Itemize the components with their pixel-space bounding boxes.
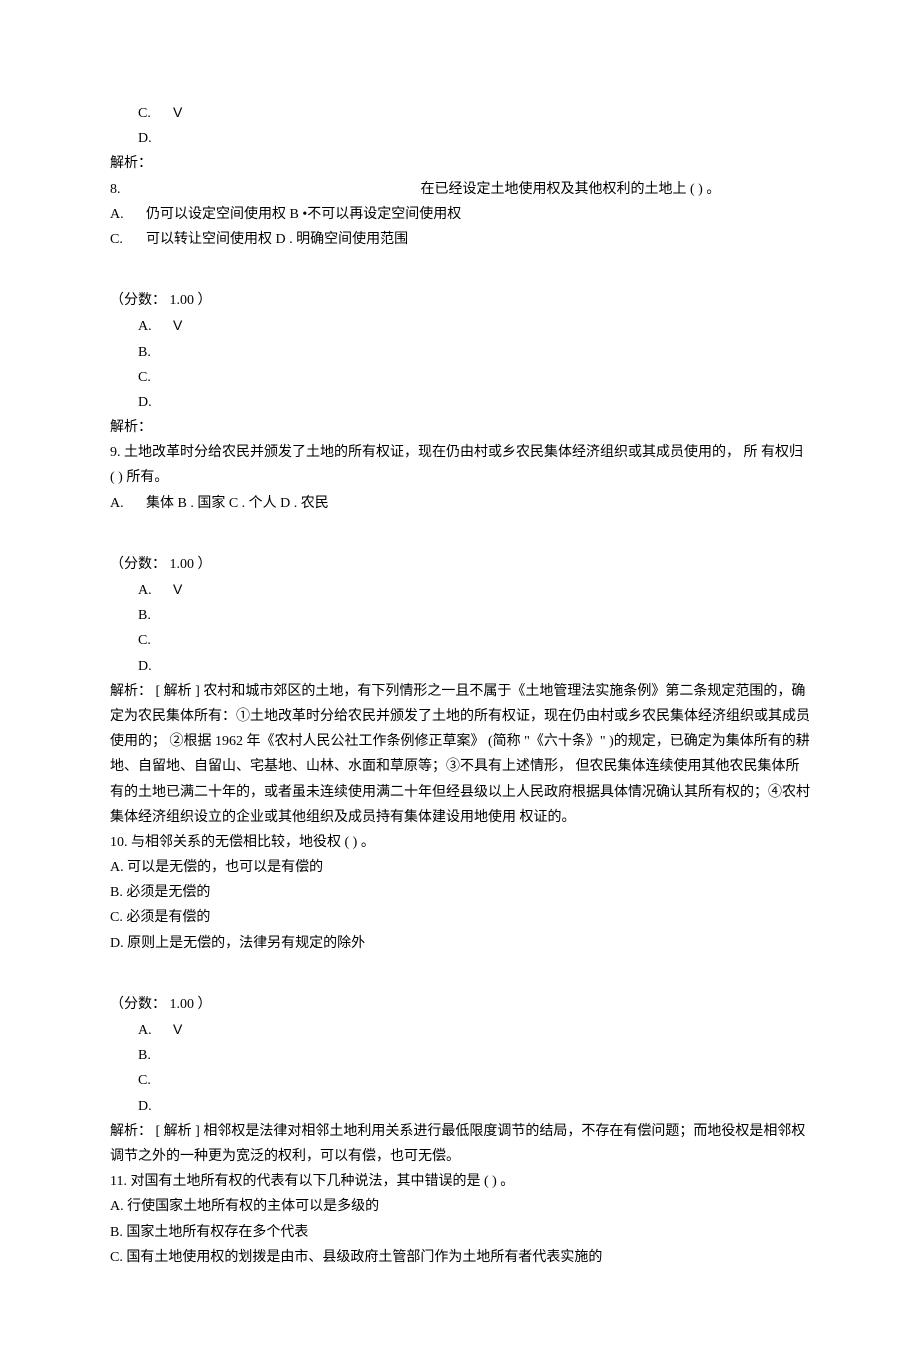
q8-answer-b: B. [110,340,810,365]
q10-score: （分数： 1.00 ） [110,992,810,1017]
q9-stem: 9. 土地改革时分给农民并颁发了土地的所有权证，现在仍由村或乡农民集体经济组织或… [110,440,810,490]
q11-stem: 11. 对国有土地所有权的代表有以下几种说法，其中错误的是 ( ) 。 [110,1169,810,1194]
q10-option-c: C. 必须是有偿的 [110,905,810,930]
q8-answer-d: D. [110,390,810,415]
q10-option-d: D. 原则上是无偿的，法律另有规定的除外 [110,931,810,956]
q10-option-b: B. 必须是无偿的 [110,880,810,905]
q9-option-a-row: A.集体 B . 国家 C . 个人 D . 农民 [110,491,810,516]
q10-answer-a: A. V [110,1017,810,1043]
q10-analysis: 解析： [ 解析 ] 相邻权是法律对相邻土地利用关系进行最低限度调节的结局，不存… [110,1119,810,1169]
q10-option-a: A. 可以是无偿的，也可以是有偿的 [110,855,810,880]
prev-option-c: C. V [110,100,810,126]
q8-stem: 8.在已经设定土地使用权及其他权利的土地上 ( ) 。 [110,177,810,202]
q8-answer-a: A. V [110,313,810,339]
q11-option-c: C. 国有土地使用权的划拨是由市、县级政府土管部门作为土地所有者代表实施的 [110,1245,810,1270]
q9-answer-c: C. [110,628,810,653]
q9-answer-d: D. [110,654,810,679]
q9-answer-b: B. [110,603,810,628]
prev-option-d: D. [110,126,810,151]
q10-answer-c: C. [110,1068,810,1093]
q10-stem: 10. 与相邻关系的无偿相比较，地役权 ( ) 。 [110,830,810,855]
q8-option-a-row: A.仍可以设定空间使用权 B •不可以再设定空间使用权 [110,202,810,227]
q8-option-c-row: C.可以转让空间使用权 D . 明确空间使用范围 [110,227,810,252]
q8-analysis-label: 解析： [110,415,810,440]
q9-analysis: 解析： [ 解析 ] 农村和城市郊区的土地，有下列情形之一且不属于《土地管理法实… [110,679,810,830]
q10-answer-b: B. [110,1043,810,1068]
q8-score: （分数： 1.00 ） [110,288,810,313]
prev-analysis-label: 解析： [110,151,810,176]
q11-option-b: B. 国家土地所有权存在多个代表 [110,1220,810,1245]
q8-answer-c: C. [110,365,810,390]
q9-answer-a: A. V [110,577,810,603]
q10-answer-d: D. [110,1094,810,1119]
q9-score: （分数： 1.00 ） [110,552,810,577]
q11-option-a: A. 行使国家土地所有权的主体可以是多级的 [110,1194,810,1219]
